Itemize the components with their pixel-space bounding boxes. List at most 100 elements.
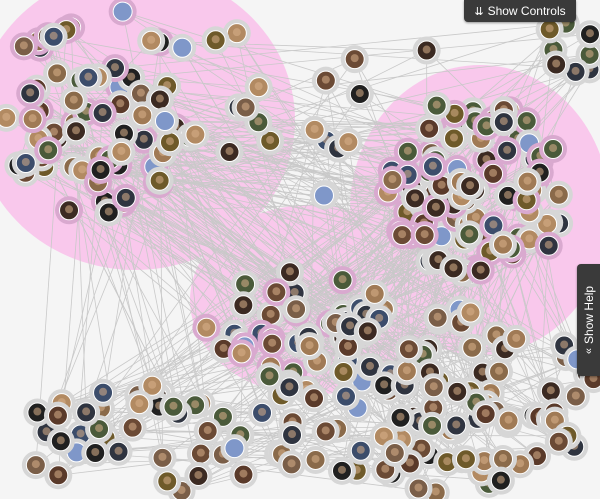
- user-avatar-node[interactable]: [332, 382, 361, 411]
- user-avatar-node[interactable]: [394, 335, 423, 364]
- user-avatar-node[interactable]: [327, 456, 356, 485]
- user-avatar-node[interactable]: [46, 427, 75, 456]
- user-avatar-node[interactable]: [329, 357, 358, 386]
- user-avatar-node[interactable]: [412, 36, 441, 65]
- user-avatar-node[interactable]: [18, 105, 47, 134]
- avatar-face: [78, 165, 87, 174]
- user-avatar-node[interactable]: [328, 266, 357, 295]
- user-avatar-node[interactable]: [145, 166, 174, 195]
- user-avatar-node[interactable]: [502, 324, 531, 353]
- user-avatar-node[interactable]: [215, 138, 244, 167]
- user-avatar-node[interactable]: [295, 332, 324, 361]
- user-avatar-node[interactable]: [59, 86, 88, 115]
- avatar-face: [402, 366, 411, 375]
- user-avatar-node[interactable]: [534, 231, 563, 260]
- user-avatar-node[interactable]: [456, 298, 485, 327]
- user-avatar-node[interactable]: [62, 117, 91, 146]
- user-avatar-node[interactable]: [458, 333, 487, 362]
- user-avatar-node[interactable]: [277, 450, 306, 479]
- user-avatar-node[interactable]: [311, 417, 340, 446]
- avatar-face: [196, 448, 205, 457]
- network-graph[interactable]: [0, 0, 600, 499]
- user-avatar-node[interactable]: [111, 183, 140, 212]
- user-avatar-node[interactable]: [184, 461, 213, 490]
- user-avatar-node[interactable]: [439, 254, 468, 283]
- user-avatar-node[interactable]: [386, 403, 415, 432]
- show-controls-button[interactable]: ⇊ Show Controls: [464, 0, 576, 22]
- user-avatar-node[interactable]: [9, 32, 38, 61]
- user-avatar-node[interactable]: [229, 291, 258, 320]
- user-avatar-node[interactable]: [81, 439, 110, 468]
- user-avatar-node[interactable]: [301, 445, 330, 474]
- user-avatar-node[interactable]: [16, 79, 45, 108]
- user-avatar-node[interactable]: [353, 317, 382, 346]
- user-avatar-node[interactable]: [125, 390, 154, 419]
- user-avatar-node[interactable]: [88, 99, 117, 128]
- user-avatar-node[interactable]: [418, 152, 447, 181]
- user-avatar-node[interactable]: [300, 384, 329, 413]
- user-avatar-node[interactable]: [72, 398, 101, 427]
- user-avatar-node[interactable]: [542, 50, 571, 79]
- user-avatar-node[interactable]: [451, 445, 480, 474]
- user-avatar-node[interactable]: [300, 115, 329, 144]
- user-avatar-node[interactable]: [159, 392, 188, 421]
- user-avatar-node[interactable]: [340, 45, 369, 74]
- user-avatar-node[interactable]: [34, 136, 63, 165]
- user-avatar-node[interactable]: [309, 181, 338, 210]
- user-avatar-node[interactable]: [118, 413, 147, 442]
- user-avatar-node[interactable]: [488, 230, 517, 259]
- avatar-face: [522, 195, 531, 204]
- user-avatar-node[interactable]: [220, 434, 249, 463]
- user-avatar-node[interactable]: [231, 93, 260, 122]
- user-avatar-node[interactable]: [415, 114, 444, 143]
- user-avatar-node[interactable]: [455, 220, 484, 249]
- social-graph-view[interactable]: ⇊ Show Controls « Show Help: [0, 0, 600, 499]
- user-avatar-node[interactable]: [378, 166, 407, 195]
- user-avatar-node[interactable]: [311, 66, 340, 95]
- user-avatar-node[interactable]: [443, 377, 472, 406]
- user-avatar-node[interactable]: [544, 427, 573, 456]
- user-avatar-node[interactable]: [168, 33, 197, 62]
- user-avatar-node[interactable]: [150, 107, 179, 136]
- user-avatar-node[interactable]: [360, 279, 389, 308]
- user-avatar-node[interactable]: [201, 26, 230, 55]
- user-avatar-node[interactable]: [55, 196, 84, 225]
- user-avatar-node[interactable]: [227, 339, 256, 368]
- user-avatar-node[interactable]: [419, 373, 448, 402]
- user-avatar-node[interactable]: [43, 401, 72, 430]
- avatar-face: [65, 205, 74, 214]
- user-avatar-node[interactable]: [410, 221, 439, 250]
- user-avatar-node[interactable]: [282, 295, 311, 324]
- user-avatar-node[interactable]: [153, 467, 182, 496]
- user-avatar-node[interactable]: [513, 167, 542, 196]
- user-avatar-node[interactable]: [148, 443, 177, 472]
- user-avatar-node[interactable]: [255, 362, 284, 391]
- user-avatar-node[interactable]: [107, 137, 136, 166]
- user-avatar-node[interactable]: [466, 256, 495, 285]
- user-avatar-node[interactable]: [21, 451, 50, 480]
- avatar-face: [169, 401, 178, 410]
- user-avatar-node[interactable]: [248, 398, 277, 427]
- user-avatar-node[interactable]: [39, 22, 68, 51]
- user-avatar-node[interactable]: [278, 421, 307, 450]
- user-avatar-node[interactable]: [258, 329, 287, 358]
- user-avatar-node[interactable]: [471, 400, 500, 429]
- user-avatar-node[interactable]: [456, 172, 485, 201]
- user-avatar-node[interactable]: [229, 460, 258, 489]
- user-avatar-node[interactable]: [489, 108, 518, 137]
- user-avatar-node[interactable]: [539, 134, 568, 163]
- user-avatar-node[interactable]: [486, 466, 515, 495]
- user-avatar-node[interactable]: [442, 411, 471, 440]
- user-avatar-node[interactable]: [423, 303, 452, 332]
- user-avatar-node[interactable]: [380, 438, 409, 467]
- avatar-face: [466, 307, 475, 316]
- user-avatar-node[interactable]: [345, 80, 374, 109]
- show-help-button[interactable]: « Show Help: [577, 264, 600, 376]
- user-avatar-node[interactable]: [418, 411, 447, 440]
- user-avatar-node[interactable]: [137, 26, 166, 55]
- user-avatar-node[interactable]: [181, 120, 210, 149]
- user-avatar-node[interactable]: [334, 128, 363, 157]
- user-avatar-node[interactable]: [493, 136, 522, 165]
- user-avatar-node[interactable]: [544, 180, 573, 209]
- user-avatar-node[interactable]: [193, 417, 222, 446]
